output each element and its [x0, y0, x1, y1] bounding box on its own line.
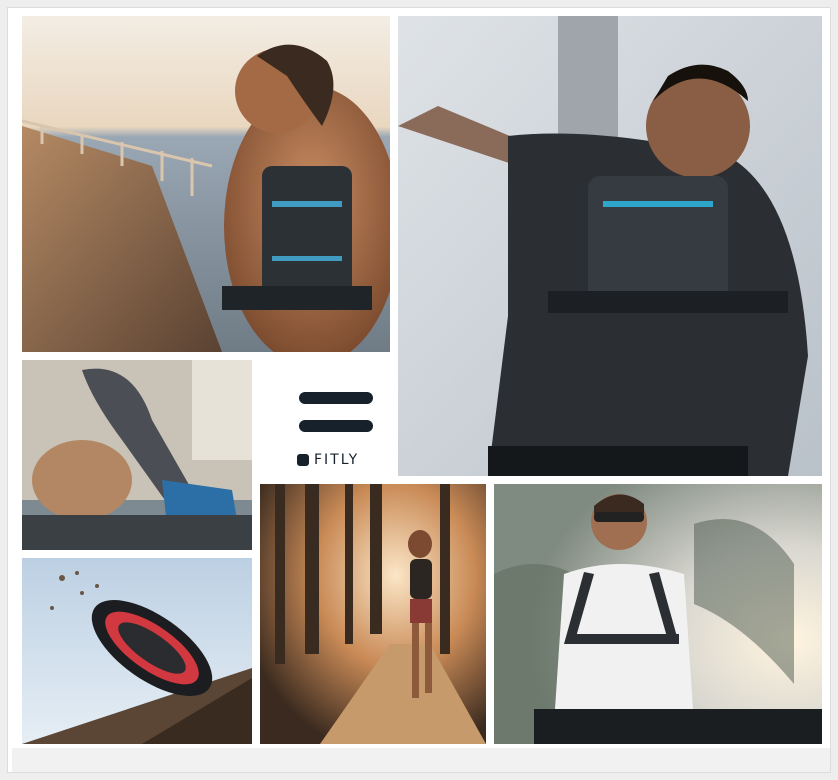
runner-back-photo-icon — [398, 16, 822, 476]
logo-bar-bottom — [299, 420, 373, 432]
photo-forest-runner — [260, 484, 486, 744]
shoe-sole-photo-icon — [22, 558, 252, 744]
collage-frame: FITLY — [8, 8, 830, 772]
photo-man-black-shirt — [398, 16, 822, 476]
portrait-photo-icon — [494, 484, 822, 744]
logo-dot-icon — [297, 454, 309, 466]
forest-run-photo-icon — [260, 484, 486, 744]
runner-back-photo-icon — [22, 16, 390, 352]
logo-wordmark-row: FITLY — [297, 452, 359, 468]
bottom-band — [12, 748, 830, 772]
photo-tying-shoe — [22, 360, 252, 550]
logo-bar-top — [299, 392, 373, 404]
brand-logo: FITLY — [266, 372, 398, 482]
photo-shoe-sole — [22, 558, 252, 744]
brand-name: FITLY — [314, 452, 360, 468]
photo-man-sunglasses — [494, 484, 822, 744]
photo-woman-seaside — [22, 16, 390, 352]
shoe-lacing-photo-icon — [22, 360, 252, 550]
